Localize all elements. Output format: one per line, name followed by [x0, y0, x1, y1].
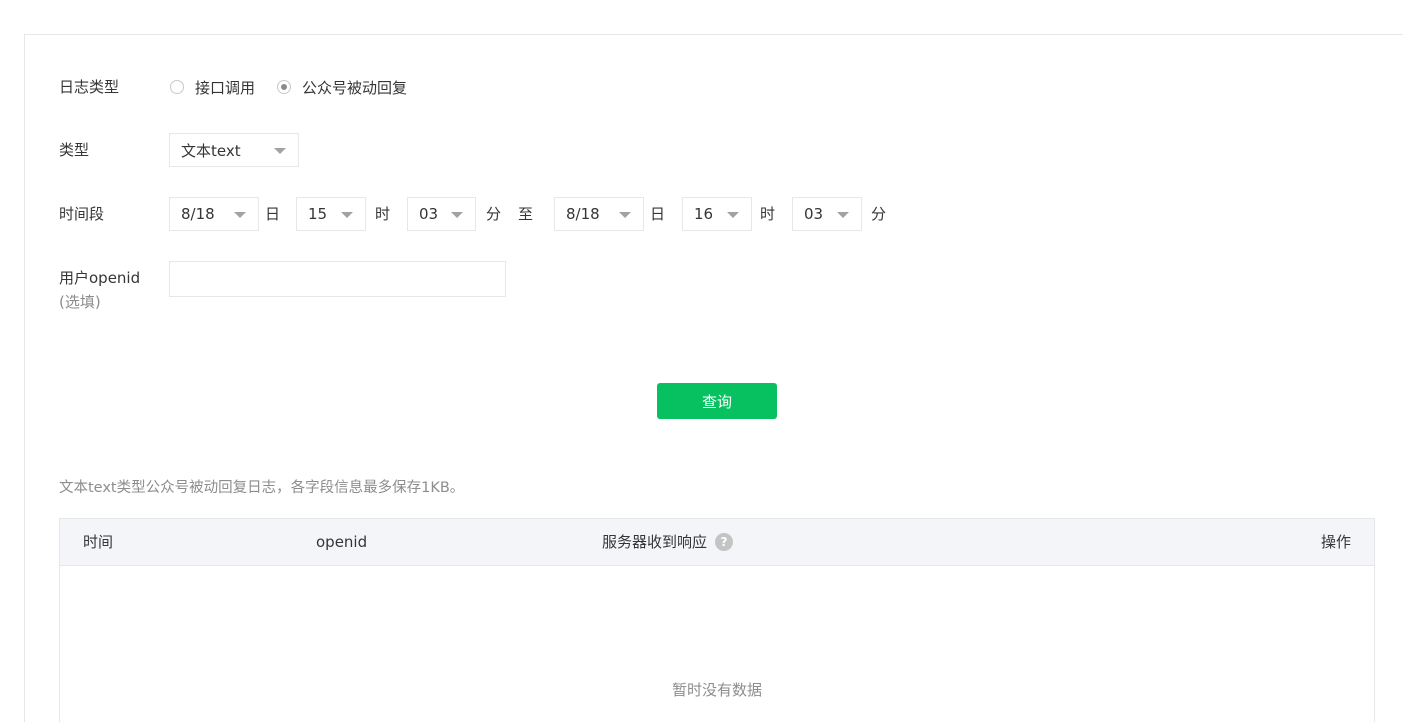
chevron-down-icon: [274, 148, 286, 154]
end-hour-unit: 时: [760, 205, 776, 223]
help-icon[interactable]: ?: [715, 532, 734, 551]
start-hour-unit: 时: [375, 205, 391, 223]
column-header-response-label: 服务器收到响应: [602, 533, 708, 551]
end-day-unit: 日: [650, 205, 666, 223]
log-table: 时间 openid 服务器收到响应? 操作 暂时没有数据: [59, 518, 1375, 722]
start-minute-select[interactable]: 03: [407, 197, 476, 231]
start-minute-value: 03: [419, 205, 439, 223]
radio-label: 公众号被动回复: [302, 78, 408, 97]
period-label: 时间段: [59, 205, 105, 223]
start-hour-value: 15: [308, 205, 328, 223]
column-header-actions: 操作: [1320, 533, 1351, 551]
chevron-down-icon: [727, 212, 739, 218]
radio-api-call[interactable]: 接口调用: [170, 77, 255, 98]
openid-optional-hint: (选填): [59, 293, 101, 311]
log-description: 文本text类型公众号被动回复日志，各字段信息最多保存1KB。: [59, 480, 465, 496]
end-hour-value: 16: [694, 205, 714, 223]
openid-label: 用户openid (选填): [59, 268, 140, 312]
start-minute-unit: 分: [486, 205, 502, 223]
type-select-value: 文本text: [181, 141, 241, 160]
type-select[interactable]: 文本text: [169, 133, 299, 167]
column-header-openid: openid: [316, 533, 368, 551]
log-type-radio-group: 接口调用 公众号被动回复: [170, 77, 429, 97]
column-header-response: 服务器收到响应?: [602, 519, 734, 565]
to-label: 至: [518, 205, 534, 223]
end-minute-value: 03: [804, 205, 824, 223]
chevron-down-icon: [341, 212, 353, 218]
type-label: 类型: [59, 141, 90, 159]
radio-label: 接口调用: [195, 78, 256, 97]
radio-checked-icon: [277, 80, 292, 94]
chevron-down-icon: [619, 212, 631, 218]
empty-state-text: 暂时没有数据: [671, 681, 762, 699]
log-type-label: 日志类型: [59, 78, 120, 96]
end-date-select[interactable]: 8/18: [554, 197, 644, 231]
end-minute-select[interactable]: 03: [792, 197, 862, 231]
start-hour-select[interactable]: 15: [296, 197, 366, 231]
start-day-unit: 日: [265, 205, 281, 223]
end-hour-select[interactable]: 16: [682, 197, 752, 231]
radio-unchecked-icon: [170, 80, 184, 94]
radio-passive-reply[interactable]: 公众号被动回复: [277, 77, 407, 98]
end-date-value: 8/18: [566, 205, 600, 223]
query-button[interactable]: 查询: [657, 383, 777, 419]
start-date-select[interactable]: 8/18: [169, 197, 259, 231]
chevron-down-icon: [451, 212, 463, 218]
end-minute-unit: 分: [871, 205, 887, 223]
openid-label-text: 用户openid: [59, 269, 141, 287]
chevron-down-icon: [837, 212, 849, 218]
column-header-time: 时间: [83, 533, 114, 551]
start-date-value: 8/18: [181, 205, 215, 223]
table-header: 时间 openid 服务器收到响应? 操作: [60, 519, 1374, 566]
openid-input[interactable]: [169, 261, 506, 297]
chevron-down-icon: [234, 212, 246, 218]
